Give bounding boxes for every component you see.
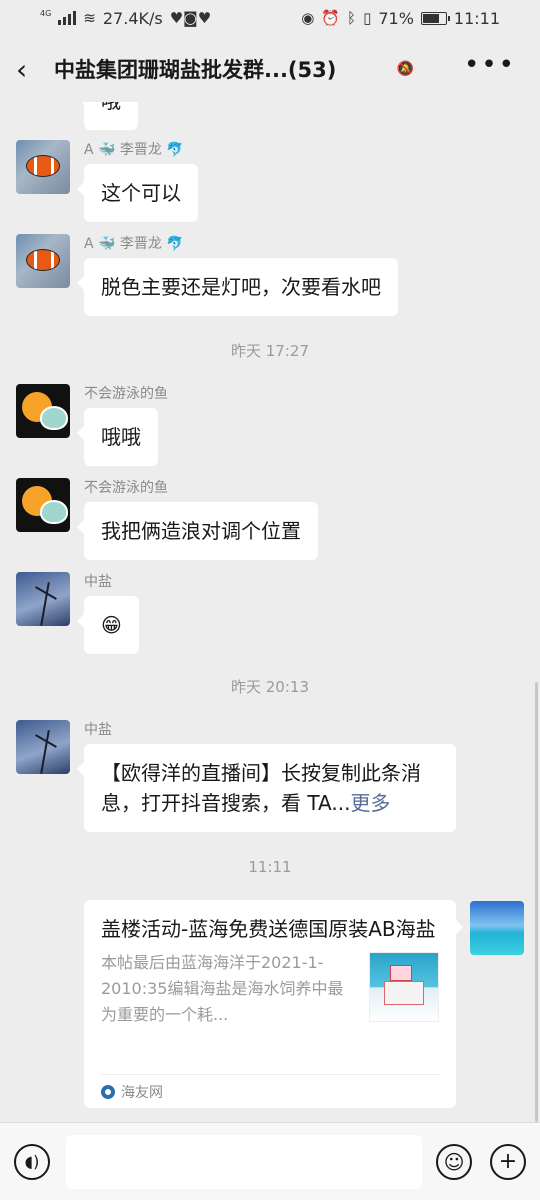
battery-fill: [422, 13, 439, 23]
message-input[interactable]: [66, 1134, 422, 1189]
link-card-description: 本帖最后由蓝海海洋于2021-1-2010:35编辑海盐是海水饲养中最为重要的一…: [101, 953, 344, 1024]
back-button[interactable]: ‹: [16, 52, 40, 86]
chevron-left-icon: ‹: [16, 52, 28, 86]
timestamp: 昨天 20:13: [231, 678, 309, 696]
product-box: [390, 965, 412, 981]
link-card[interactable]: 盖楼活动-蓝海免费送德国原装AB海盐 本帖最后由蓝海海洋于2021-1-2010…: [84, 900, 463, 1108]
plus-button[interactable]: +: [490, 1143, 526, 1180]
message-bubble[interactable]: 哦: [77, 102, 138, 130]
message-item: 哦: [16, 102, 138, 130]
sender-name: A 🐳 李晋龙 🐬: [84, 236, 184, 252]
eye-icon: ◉: [301, 9, 315, 27]
avatar[interactable]: [16, 384, 70, 438]
avatar[interactable]: [16, 234, 70, 288]
alarm-icon: ⏰: [321, 9, 341, 27]
link-card-source: 海友网: [101, 1074, 439, 1108]
voice-icon: ◖): [24, 1152, 40, 1171]
message-item: 不会游泳的鱼 哦哦: [16, 384, 168, 466]
link-card-thumbnail: [369, 952, 439, 1022]
message-item: 不会游泳的鱼 我把俩造浪对调个位置: [16, 478, 318, 560]
input-bar: ◖) ☺ +: [0, 1122, 540, 1200]
link-card-content: 本帖最后由蓝海海洋于2021-1-2010:35编辑海盐是海水饲养中最为重要的一…: [101, 950, 439, 1028]
status-right: ◉ ⏰ ᛒ ▯ 71% 11:11: [301, 9, 500, 28]
message-item: 中盐 【欧得洋的直播间】长按复制此条消息，打开抖音搜索，看 TA...更多: [16, 720, 456, 832]
source-logo-icon: [101, 1084, 115, 1099]
avatar[interactable]: [16, 140, 70, 194]
group-title: 中盐集团珊瑚盐批发群...(53): [54, 58, 337, 82]
product-box: [384, 981, 424, 1005]
emoji-button[interactable]: ☺: [436, 1143, 472, 1180]
message-bubble[interactable]: 脱色主要还是灯吧，次要看水吧: [77, 258, 398, 316]
status-left: 4G ≋ 27.4K/s ♥◙♥: [40, 9, 211, 28]
avatar[interactable]: [16, 572, 70, 626]
chat-area[interactable]: 哦 A 🐳 李晋龙 🐬 这个可以 A 🐳 李晋龙 🐬 脱色主要还是灯吧，次要看水…: [0, 102, 540, 1122]
clownfish-image: [26, 155, 60, 177]
network-speed: 27.4K/s: [102, 8, 163, 28]
message-bubble[interactable]: 这个可以: [77, 164, 198, 222]
my-avatar[interactable]: [470, 901, 524, 955]
sender-name: 中盐: [84, 722, 112, 738]
clownfish-image: [26, 249, 60, 271]
egg-image: [40, 500, 68, 524]
sender-name: A 🐳 李晋龙 🐬: [84, 142, 184, 158]
battery-percent: 71%: [378, 8, 414, 28]
avatar[interactable]: [16, 720, 70, 774]
status-bar: 4G ≋ 27.4K/s ♥◙♥ ◉ ⏰ ᛒ ▯ 71% 11:11: [0, 0, 540, 36]
signal-icon: [58, 11, 77, 25]
battery-icon: [420, 11, 450, 25]
wifi-icon: ≋: [83, 9, 96, 27]
sender-name: 不会游泳的鱼: [84, 386, 168, 402]
show-more-link[interactable]: 更多: [350, 791, 390, 815]
message-item: A 🐳 李晋龙 🐬 脱色主要还是灯吧，次要看水吧: [16, 234, 398, 316]
avatar[interactable]: [16, 478, 70, 532]
plus-icon: +: [498, 1149, 518, 1174]
voice-button[interactable]: ◖): [14, 1143, 50, 1180]
link-card-title: 盖楼活动-蓝海免费送德国原装AB海盐: [101, 917, 436, 941]
vibrate-icon: ▯: [363, 9, 372, 27]
clock: 11:11: [453, 8, 500, 28]
more-icon: •••: [463, 50, 516, 80]
message-bubble[interactable]: 哦哦: [77, 408, 158, 466]
sender-name: 不会游泳的鱼: [84, 480, 168, 496]
more-options-button[interactable]: •••: [464, 50, 516, 80]
message-bubble[interactable]: 😁: [77, 596, 139, 654]
message-bubble[interactable]: 【欧得洋的直播间】长按复制此条消息，打开抖音搜索，看 TA...更多: [77, 744, 456, 832]
message-item: 中盐 😁: [16, 572, 139, 654]
message-bubble[interactable]: 我把俩造浪对调个位置: [77, 502, 318, 560]
timestamp: 昨天 17:27: [231, 342, 309, 360]
message-item: A 🐳 李晋龙 🐬 这个可以: [16, 140, 198, 222]
bluetooth-icon: ᛒ: [347, 9, 357, 27]
egg-image: [40, 406, 68, 430]
health-icon: ♥◙♥: [169, 9, 212, 27]
source-name: 海友网: [121, 1084, 163, 1101]
network-type: 4G: [40, 8, 52, 18]
sender-name: 中盐: [84, 574, 112, 590]
timestamp: 11:11: [248, 858, 292, 876]
mute-bell-icon: 🔕: [396, 61, 414, 77]
scrollbar[interactable]: [535, 682, 538, 1122]
chat-header: ‹ 中盐集团珊瑚盐批发群...(53) 🔕 •••: [0, 36, 540, 102]
emoji-icon: ☺: [443, 1149, 465, 1174]
